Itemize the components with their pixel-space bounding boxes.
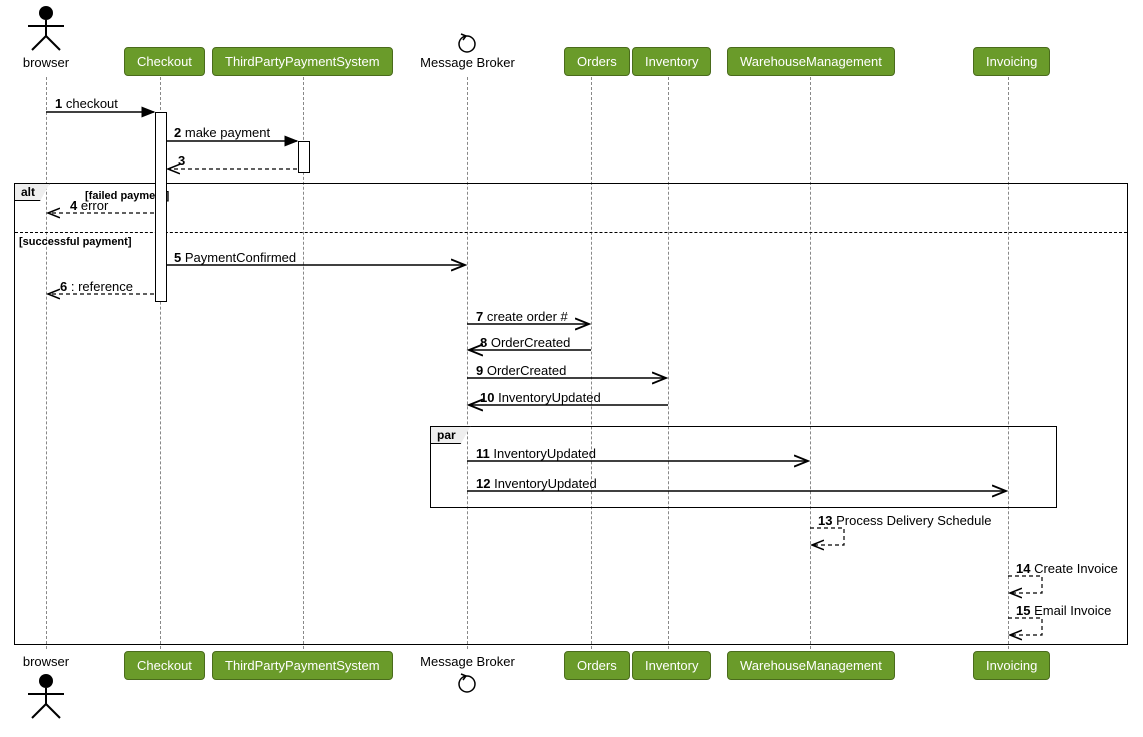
participant-label: Invoicing bbox=[986, 658, 1037, 673]
message-text: InventoryUpdated bbox=[494, 476, 597, 491]
message-text: OrderCreated bbox=[491, 335, 570, 350]
message-text: error bbox=[81, 198, 108, 213]
participant-label: WarehouseManagement bbox=[740, 658, 882, 673]
message-6: 6 : reference bbox=[60, 279, 133, 294]
participant-inventory-bottom: Inventory bbox=[632, 651, 711, 680]
actor-head-icon bbox=[39, 674, 53, 688]
message-num: 11 bbox=[476, 446, 490, 461]
participant-broker-top: Message Broker bbox=[415, 55, 520, 70]
message-num: 7 bbox=[476, 309, 483, 324]
participant-checkout-bottom: Checkout bbox=[124, 651, 205, 680]
participant-browser-top: browser bbox=[20, 55, 72, 70]
activation-checkout bbox=[155, 112, 167, 302]
message-text: checkout bbox=[66, 96, 118, 111]
message-10: 10 InventoryUpdated bbox=[480, 390, 601, 405]
fragment-tag: alt bbox=[14, 183, 50, 201]
participant-invoicing-bottom: Invoicing bbox=[973, 651, 1050, 680]
fragment-tag-text: par bbox=[437, 428, 456, 442]
message-num: 8 bbox=[480, 335, 487, 350]
participant-label: ThirdPartyPaymentSystem bbox=[225, 658, 380, 673]
participant-label: Checkout bbox=[137, 54, 192, 69]
message-14: 14 Create Invoice bbox=[1016, 561, 1118, 576]
message-num: 2 bbox=[174, 125, 181, 140]
participant-invoicing-top: Invoicing bbox=[973, 47, 1050, 76]
message-num: 9 bbox=[476, 363, 483, 378]
participant-label: browser bbox=[23, 55, 69, 70]
message-13: 13 Process Delivery Schedule bbox=[818, 513, 991, 528]
participant-tpps-top: ThirdPartyPaymentSystem bbox=[212, 47, 393, 76]
message-text: Process Delivery Schedule bbox=[836, 513, 991, 528]
participant-browser-bottom: browser bbox=[20, 654, 72, 669]
participant-broker-bottom: Message Broker bbox=[415, 654, 520, 669]
message-num: 13 bbox=[818, 513, 832, 528]
participant-wms-bottom: WarehouseManagement bbox=[727, 651, 895, 680]
message-text: Email Invoice bbox=[1034, 603, 1111, 618]
message-2: 2 make payment bbox=[174, 125, 270, 140]
message-12: 12 InventoryUpdated bbox=[476, 476, 597, 491]
message-text: : reference bbox=[71, 279, 133, 294]
participant-label: ThirdPartyPaymentSystem bbox=[225, 54, 380, 69]
message-num: 1 bbox=[55, 96, 62, 111]
message-1: 1 checkout bbox=[55, 96, 118, 111]
message-3: 3 bbox=[178, 153, 185, 168]
participant-label: Message Broker bbox=[420, 654, 515, 669]
participant-label: Inventory bbox=[645, 54, 698, 69]
message-num: 14 bbox=[1016, 561, 1030, 576]
message-num: 3 bbox=[178, 153, 185, 168]
activation-tpps bbox=[298, 141, 310, 173]
message-text: Create Invoice bbox=[1034, 561, 1118, 576]
control-icon bbox=[449, 672, 485, 700]
actor-body-icon bbox=[26, 20, 66, 54]
participant-orders-top: Orders bbox=[564, 47, 630, 76]
participant-label: Orders bbox=[577, 54, 617, 69]
message-text: create order # bbox=[487, 309, 568, 324]
participant-inventory-top: Inventory bbox=[632, 47, 711, 76]
message-5: 5 PaymentConfirmed bbox=[174, 250, 296, 265]
participant-tpps-bottom: ThirdPartyPaymentSystem bbox=[212, 651, 393, 680]
message-4: 4 error bbox=[70, 198, 108, 213]
message-text: OrderCreated bbox=[487, 363, 566, 378]
participant-orders-bottom: Orders bbox=[564, 651, 630, 680]
message-num: 12 bbox=[476, 476, 490, 491]
participant-label: Message Broker bbox=[420, 55, 515, 70]
message-text: PaymentConfirmed bbox=[185, 250, 296, 265]
participant-wms-top: WarehouseManagement bbox=[727, 47, 895, 76]
actor-head-icon bbox=[39, 6, 53, 20]
sequence-diagram: browser Checkout ThirdPartyPaymentSystem… bbox=[0, 0, 1143, 737]
participant-label: Invoicing bbox=[986, 54, 1037, 69]
fragment-tag: par bbox=[430, 426, 471, 444]
message-num: 6 bbox=[60, 279, 67, 294]
message-11: 11 InventoryUpdated bbox=[476, 446, 596, 461]
participant-label: WarehouseManagement bbox=[740, 54, 882, 69]
message-num: 4 bbox=[70, 198, 77, 213]
fragment-tag-text: alt bbox=[21, 185, 35, 199]
participant-label: browser bbox=[23, 654, 69, 669]
message-7: 7 create order # bbox=[476, 309, 568, 324]
fragment-guard-success: [successful payment] bbox=[19, 236, 131, 248]
message-num: 10 bbox=[480, 390, 494, 405]
actor-body-icon bbox=[26, 688, 66, 722]
message-text: InventoryUpdated bbox=[498, 390, 601, 405]
message-num: 15 bbox=[1016, 603, 1030, 618]
message-text: InventoryUpdated bbox=[493, 446, 596, 461]
participant-checkout-top: Checkout bbox=[124, 47, 205, 76]
message-8: 8 OrderCreated bbox=[480, 335, 570, 350]
participant-label: Checkout bbox=[137, 658, 192, 673]
participant-label: Orders bbox=[577, 658, 617, 673]
message-15: 15 Email Invoice bbox=[1016, 603, 1111, 618]
participant-label: Inventory bbox=[645, 658, 698, 673]
fragment-par: par bbox=[430, 426, 1057, 508]
message-text: make payment bbox=[185, 125, 270, 140]
fragment-divider bbox=[15, 232, 1127, 233]
message-9: 9 OrderCreated bbox=[476, 363, 566, 378]
control-icon bbox=[449, 26, 485, 54]
message-num: 5 bbox=[174, 250, 181, 265]
